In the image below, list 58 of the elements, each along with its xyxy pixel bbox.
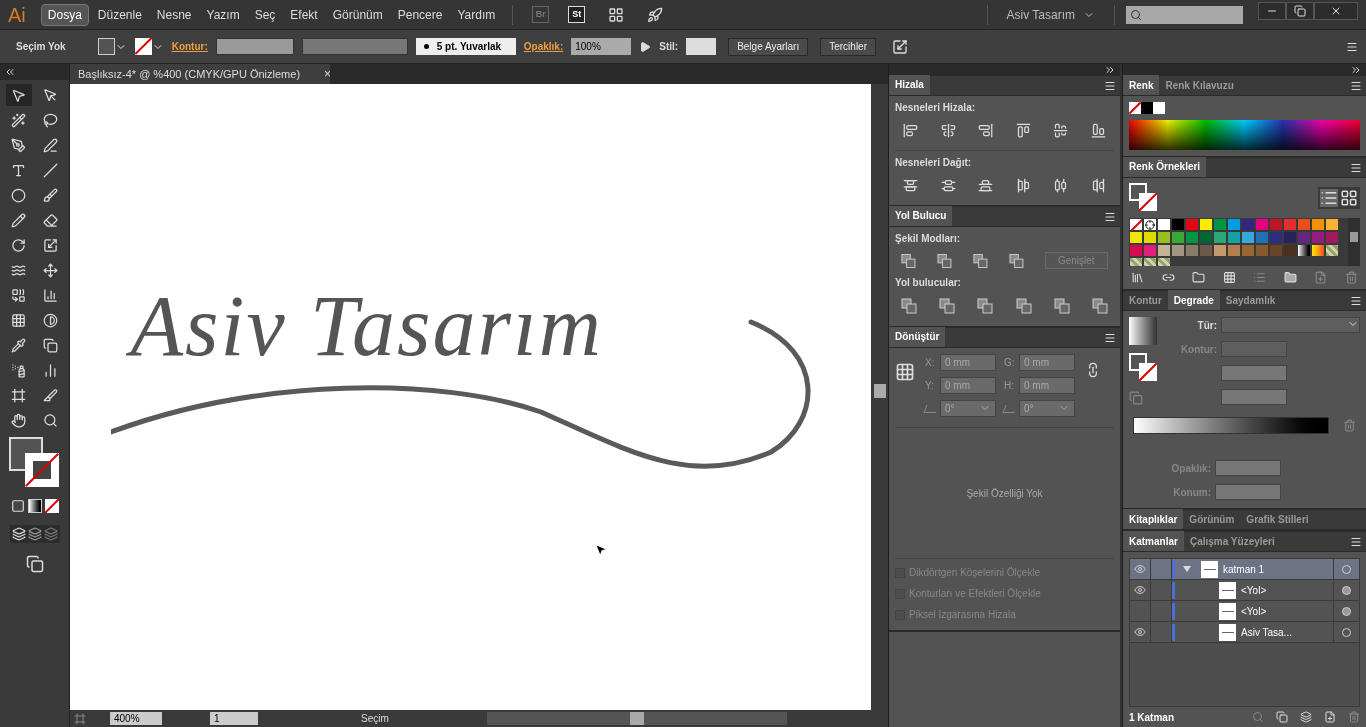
stroke-label[interactable]: Kontur: xyxy=(171,39,208,54)
section-label: Nesneleri Dağıt: xyxy=(895,157,972,168)
panel-tab[interactable]: Hizala xyxy=(889,75,930,95)
page-field[interactable]: 1 xyxy=(210,712,258,725)
workspace-switcher[interactable]: Asiv Tasarım xyxy=(998,5,1103,24)
field-label: X: xyxy=(925,356,936,370)
zoom-field[interactable]: 400% xyxy=(110,712,162,725)
panel-tab[interactable]: Renk Örnekleri xyxy=(1123,157,1207,177)
app-logo: Ai xyxy=(8,2,26,28)
menu-item[interactable]: Yardım xyxy=(451,3,502,26)
menu-item[interactable]: Düzenle xyxy=(91,3,148,26)
field-label: H: xyxy=(1004,379,1015,393)
opacity-field[interactable]: 100% xyxy=(571,38,632,55)
menu-item[interactable]: Dosya xyxy=(40,3,89,26)
layer-name: <Yol> xyxy=(1241,604,1268,619)
field-label: Y: xyxy=(925,379,935,393)
close-tab-button[interactable]: × xyxy=(324,65,332,83)
menu-item[interactable]: Yazım xyxy=(200,3,246,26)
opacity-label[interactable]: Opaklık: xyxy=(523,39,564,54)
toolbar-button[interactable]: Belge Ayarları xyxy=(728,37,809,56)
menu-item[interactable]: Görünüm xyxy=(326,3,389,26)
field-label: G: xyxy=(1004,356,1016,370)
panel-tab[interactable]: Katmanlar xyxy=(1123,531,1184,551)
panel-tab[interactable]: Renk xyxy=(1123,75,1160,95)
style-label: Stil: xyxy=(659,40,679,54)
toolbar-button[interactable]: Tercihler xyxy=(820,37,876,56)
field-label: Tür: xyxy=(1196,318,1217,333)
section-label: Yol bulucular: xyxy=(895,277,961,288)
menu-item[interactable]: Pencere xyxy=(391,3,449,26)
layer-row[interactable]: <Yol> xyxy=(1130,580,1359,601)
layer-row[interactable]: Asiv Tasa... xyxy=(1130,622,1359,643)
panel-tab[interactable]: Grafik Stilleri xyxy=(1240,509,1315,529)
layer-name: Asiv Tasa... xyxy=(1241,625,1293,640)
status-text: Seçim xyxy=(361,712,389,726)
empty-message: Şekil Özelliği Yok xyxy=(966,486,1043,501)
menu-item[interactable]: Efekt xyxy=(284,3,324,26)
menu-item[interactable]: Seç xyxy=(248,3,282,26)
panel-tab[interactable]: Kontur xyxy=(1123,290,1168,310)
layer-name: katman 1 xyxy=(1223,562,1266,577)
section-label: Şekil Modları: xyxy=(895,233,960,244)
menu-item[interactable]: Nesne xyxy=(150,3,198,26)
document-tab[interactable]: Başlıksız-4* @ %400 (CMYK/GPU Önizleme) × xyxy=(70,64,330,84)
layer-row[interactable]: <Yol> xyxy=(1130,601,1359,622)
panel-tab[interactable]: Kitaplıklar xyxy=(1123,509,1184,529)
layer-name: <Yol> xyxy=(1241,583,1268,598)
panel-tab[interactable]: Görünüm xyxy=(1183,509,1241,529)
panel-tab[interactable]: Degrade xyxy=(1167,290,1220,310)
panel-tab[interactable]: Yol Bulucu xyxy=(889,206,953,226)
brush-dropdown[interactable]: 5 pt. Yuvarlak xyxy=(415,38,516,55)
panel-tab[interactable]: Renk Kılavuzu xyxy=(1159,75,1240,95)
app-button[interactable]: St xyxy=(568,6,586,23)
panel-tab[interactable]: Saydamlık xyxy=(1219,290,1282,310)
selection-status: Seçim Yok xyxy=(16,40,66,54)
panel-tab[interactable]: Çalışma Yüzeyleri xyxy=(1183,531,1281,551)
panel-tab[interactable]: Dönüştür xyxy=(889,327,946,347)
section-label: Nesneleri Hizala: xyxy=(895,102,976,113)
layer-row[interactable]: katman 1 xyxy=(1130,559,1359,580)
layer-count: 1 Katman xyxy=(1129,710,1175,725)
